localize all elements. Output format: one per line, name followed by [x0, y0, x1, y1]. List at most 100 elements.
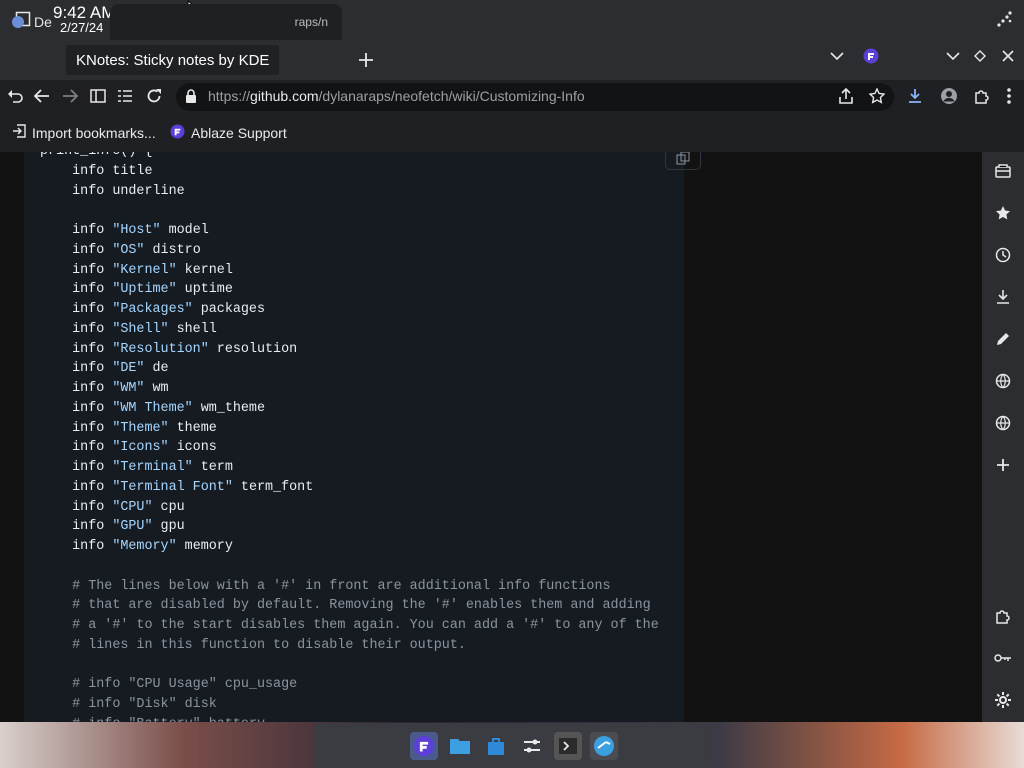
code-token: de [144, 361, 169, 377]
sidebar-download-icon[interactable] [992, 286, 1014, 308]
code-token: info [40, 460, 113, 475]
tab-title: De [34, 14, 52, 30]
system-settings-task-icon[interactable] [518, 732, 546, 760]
code-token: info [40, 420, 113, 436]
panel-edit-icon[interactable] [995, 9, 1015, 29]
code-token: info [40, 400, 113, 416]
code-line: print_info() { [40, 152, 659, 162]
wallet-icon[interactable] [992, 160, 1014, 182]
bookmark-star-icon[interactable] [866, 85, 888, 107]
code-string: "WM Theme" [112, 400, 193, 416]
ablaze-logo-icon [170, 124, 185, 142]
window-minimize-icon[interactable] [942, 45, 964, 67]
code-line: info "Terminal" term [40, 458, 659, 478]
code-token: gpu [152, 519, 185, 535]
key-icon[interactable] [992, 647, 1014, 669]
ablaze-logo-icon[interactable] [860, 45, 882, 67]
code-string: "WM" [112, 381, 145, 396]
bookmark-label: Import bookmarks... [32, 124, 156, 141]
code-string: "Resolution" [112, 341, 209, 357]
settings-gear-icon[interactable] [992, 689, 1014, 711]
window-close-icon[interactable] [997, 45, 1019, 67]
code-line: info "Uptime" uptime [40, 280, 659, 300]
copy-code-button[interactable] [665, 152, 701, 170]
favorites-star-icon[interactable] [992, 202, 1014, 224]
app-store-task-icon[interactable] [482, 732, 510, 760]
code-token: info [40, 499, 113, 515]
file-manager-task-icon[interactable] [446, 732, 474, 760]
code-token: model [160, 223, 209, 238]
code-token: info underline [40, 183, 185, 199]
menu-kebab-icon[interactable] [998, 85, 1020, 107]
reload-icon[interactable] [143, 85, 165, 107]
code-token: term [192, 460, 233, 475]
code-string: "CPU" [112, 499, 153, 515]
profile-avatar-icon[interactable] [938, 85, 960, 107]
undo-icon[interactable] [4, 85, 26, 107]
code-comment: # lines in this function to disable thei… [40, 637, 466, 653]
steam-task-icon[interactable] [590, 732, 618, 760]
pen-icon[interactable] [992, 328, 1014, 350]
lock-icon[interactable] [180, 85, 202, 107]
new-tab-plus-icon[interactable] [355, 49, 377, 71]
terminal-task-icon[interactable] [554, 732, 582, 760]
code-token: term_font [232, 479, 314, 495]
url-text[interactable]: https://github.com/dylanaraps/neofetch/w… [208, 88, 585, 104]
globe-icon[interactable] [992, 412, 1014, 434]
forward-arrow-icon[interactable] [59, 85, 81, 107]
code-string: "Kernel" [112, 262, 177, 278]
add-plus-icon[interactable] [992, 454, 1014, 476]
code-token: info [40, 381, 113, 396]
code-token: wm [144, 381, 169, 396]
tab-title: raps/n [294, 15, 328, 29]
code-line: info underline [40, 182, 659, 202]
code-line: info "Resolution" resolution [40, 340, 659, 360]
sidebar-toggle-icon[interactable] [87, 85, 109, 107]
share-icon[interactable] [835, 85, 857, 107]
code-token: info [40, 262, 113, 278]
tab-active[interactable]: raps/n [110, 4, 342, 40]
code-token: memory [176, 539, 233, 554]
code-text[interactable]: print_info() { info title info underline… [40, 152, 659, 722]
back-arrow-icon[interactable] [31, 85, 53, 107]
window-maximize-icon[interactable] [969, 45, 991, 67]
code-line: info "DE" de [40, 359, 659, 379]
bookmark-label: Ablaze Support [191, 125, 287, 141]
clock-date[interactable]: 2/27/24 [60, 20, 103, 35]
sidebar-extensions-icon[interactable] [992, 605, 1014, 627]
code-token: kernel [176, 262, 233, 278]
code-string: "Theme" [112, 420, 169, 436]
code-token: info [40, 361, 113, 377]
code-token: info [40, 479, 113, 495]
code-string: "GPU" [112, 519, 153, 535]
tab-search-chevron-icon[interactable] [826, 45, 848, 67]
code-line: # info "Disk" disk [40, 695, 659, 715]
bookmark-import[interactable]: Import bookmarks... [12, 124, 156, 141]
code-token: info [40, 341, 113, 357]
tab-inactive[interactable]: De [12, 4, 62, 40]
code-line: # info "CPU Usage" cpu_usage [40, 675, 659, 695]
url-path: /dylanaraps/neofetch/wiki/Customizing-In… [318, 88, 585, 104]
code-line: # lines in this function to disable thei… [40, 636, 659, 656]
code-token: print_info() { [40, 152, 153, 159]
code-line: # The lines below with a '#' in front ar… [40, 577, 659, 597]
code-token: info [40, 321, 113, 337]
code-string: "Shell" [112, 321, 169, 337]
ablaze-browser-task-icon[interactable] [410, 732, 438, 760]
tab-favicon-icon [12, 16, 24, 28]
extensions-puzzle-icon[interactable] [971, 85, 993, 107]
reading-list-icon[interactable] [114, 85, 136, 107]
code-line: info "CPU" cpu [40, 498, 659, 518]
code-token: resolution [208, 341, 298, 357]
code-token: theme [168, 420, 217, 436]
code-comment: # a '#' to the start disables them again… [40, 618, 659, 633]
code-token: wm_theme [192, 400, 266, 416]
code-line: info title [40, 162, 659, 182]
downloads-icon[interactable] [904, 85, 926, 107]
bookmark-ablaze-support[interactable]: Ablaze Support [170, 124, 287, 142]
code-token: info [40, 519, 113, 535]
globe-icon[interactable] [992, 370, 1014, 392]
history-clock-icon[interactable] [992, 244, 1014, 266]
